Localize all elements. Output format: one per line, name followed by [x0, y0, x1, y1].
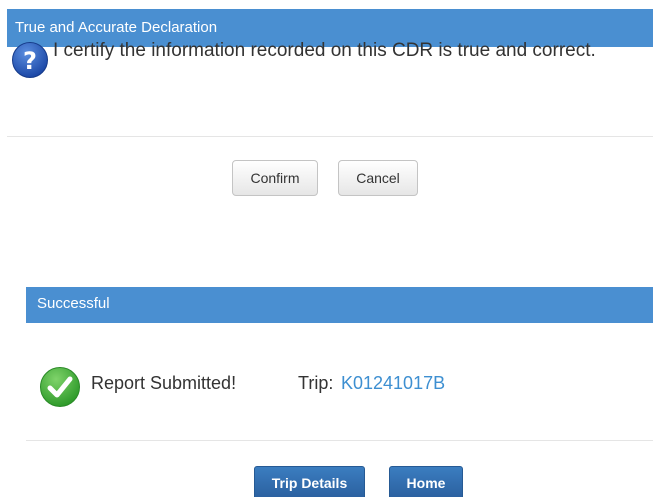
- success-message: Report Submitted!: [91, 373, 237, 393]
- confirm-button[interactable]: Confirm: [232, 160, 318, 196]
- page: True and Accurate Declaration ? I certif…: [0, 0, 653, 497]
- trip-label: Trip:: [298, 373, 334, 393]
- svg-text:?: ?: [23, 47, 37, 75]
- trip-details-button[interactable]: Trip Details: [254, 466, 365, 497]
- cancel-button[interactable]: Cancel: [338, 160, 418, 196]
- declaration-message: I certify the information recorded on th…: [53, 40, 596, 61]
- success-panel-header: Successful: [26, 287, 653, 323]
- success-panel-title: Successful: [37, 295, 110, 312]
- home-button[interactable]: Home: [389, 466, 463, 497]
- checkmark-icon: [40, 367, 80, 407]
- question-icon: ?: [12, 42, 48, 78]
- trip-id-link[interactable]: K01241017B: [341, 373, 445, 394]
- declaration-dialog-title: True and Accurate Declaration: [15, 19, 218, 36]
